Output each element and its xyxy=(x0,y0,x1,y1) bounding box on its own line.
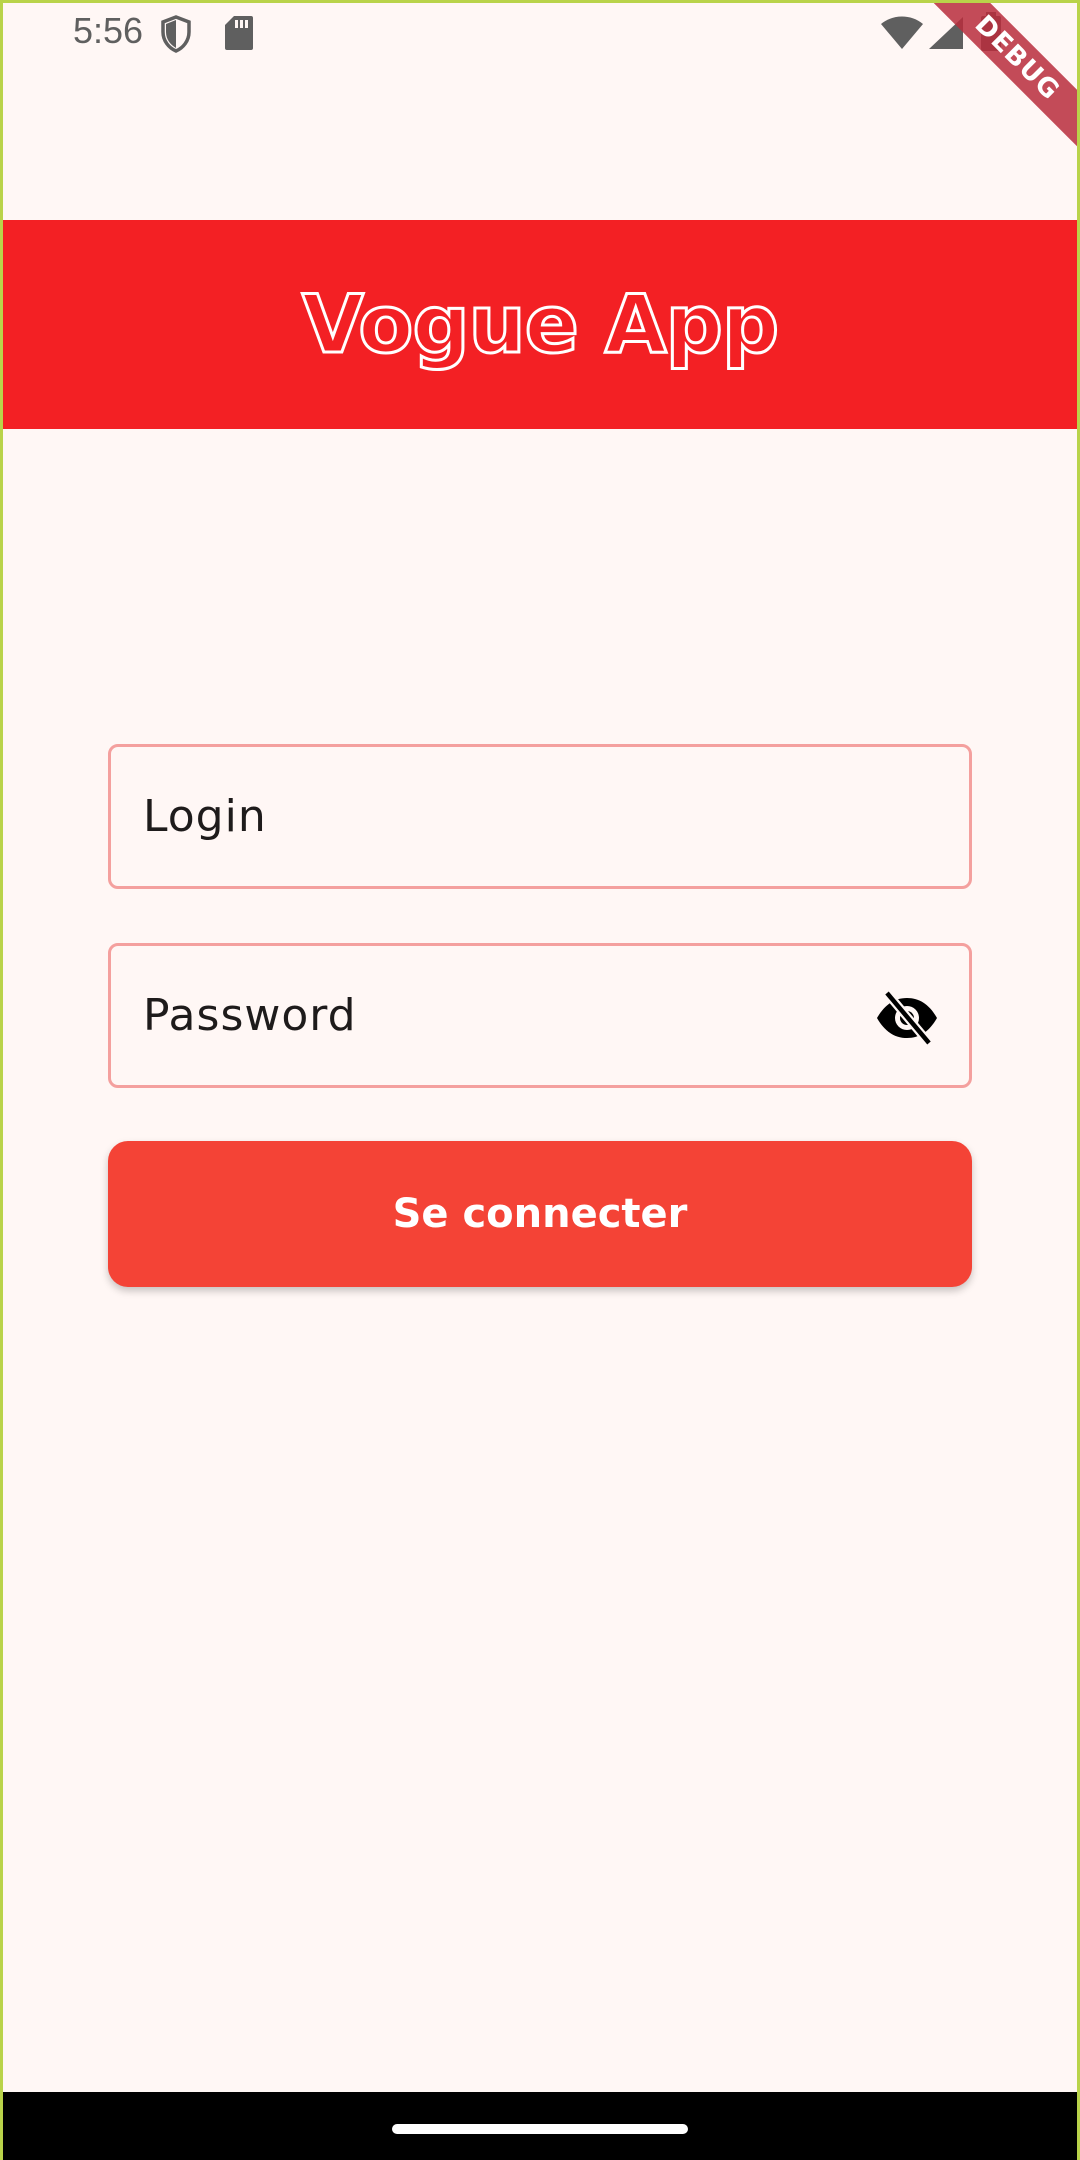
login-field[interactable]: Login xyxy=(108,744,972,889)
home-handle[interactable] xyxy=(392,2124,688,2134)
password-field[interactable]: Password xyxy=(108,943,972,1088)
debug-label: DEBUG xyxy=(921,0,1080,154)
login-button-label: Se connecter xyxy=(392,1191,688,1237)
app-bar: Vogue App xyxy=(0,220,1080,429)
login-placeholder: Login xyxy=(143,791,267,842)
shield-icon xyxy=(160,15,192,58)
status-bar: 5:56 xyxy=(0,0,1080,66)
wifi-icon xyxy=(880,16,924,55)
login-button[interactable]: Se connecter xyxy=(108,1141,972,1287)
status-time: 5:56 xyxy=(73,10,144,51)
navigation-bar xyxy=(0,2092,1080,2160)
sd-card-icon xyxy=(224,15,254,56)
debug-banner: DEBUG xyxy=(920,0,1080,160)
app-title: Vogue App xyxy=(300,277,780,373)
password-placeholder: Password xyxy=(143,990,357,1041)
visibility-off-icon[interactable] xyxy=(875,990,939,1046)
